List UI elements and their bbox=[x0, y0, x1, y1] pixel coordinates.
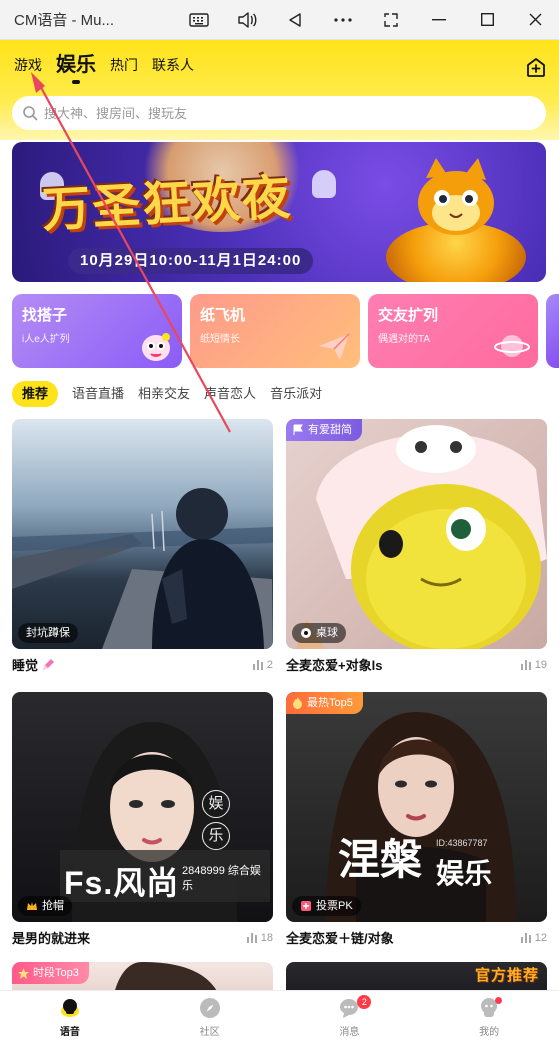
subtab-voice-lover[interactable]: 声音恋人 bbox=[204, 381, 256, 407]
nav-community[interactable]: 社区 bbox=[140, 991, 280, 1044]
close-icon[interactable] bbox=[511, 0, 559, 40]
window-title: CM语音 - Mu... bbox=[14, 12, 114, 29]
fire-icon bbox=[293, 697, 302, 709]
flag-icon bbox=[293, 424, 303, 435]
category-title: 纸飞机 bbox=[200, 307, 246, 324]
room-user-count: 19 bbox=[520, 659, 547, 671]
search-icon bbox=[23, 106, 38, 121]
category-title: 交友扩列 bbox=[378, 307, 439, 324]
search-bar[interactable] bbox=[12, 96, 546, 130]
room-card[interactable]: 娱 乐 Fs.风尚 2848999 综合娱乐 抢帽 是男的就进来 18 bbox=[12, 692, 273, 947]
back-triangle-icon[interactable] bbox=[271, 0, 319, 40]
cover-overlay-text: 涅槃 bbox=[338, 835, 423, 884]
room-card[interactable]: 有爱甜简 桌球 全麦恋爱+对象ls 19 bbox=[286, 419, 547, 674]
voice-planet-icon bbox=[60, 999, 79, 1017]
nav-voice[interactable]: 语音 bbox=[0, 991, 140, 1044]
cover-overlay-text: 娱乐 bbox=[436, 858, 493, 889]
top-nav-tabs: 游戏 娱乐 热门 联系人 bbox=[14, 54, 208, 76]
cover-overlay-text: 乐 bbox=[202, 822, 230, 850]
tab-contacts[interactable]: 联系人 bbox=[152, 54, 194, 76]
subtab-music-party[interactable]: 音乐派对 bbox=[270, 381, 322, 407]
room-ribbon: 有爱甜简 bbox=[286, 419, 362, 441]
ghost-emoji-icon bbox=[142, 333, 170, 361]
room-card[interactable]: 涅槃 娱乐 ID:43867787 最热Top5 投票PK 全麦恋爱＋链/对象 … bbox=[286, 692, 547, 947]
category-title: 找搭子 bbox=[22, 307, 68, 324]
bar-chart-icon bbox=[252, 659, 263, 670]
star-icon bbox=[18, 967, 29, 979]
room-filter-tabs: 推荐 语音直播 相亲交友 声音恋人 音乐派对 bbox=[12, 381, 336, 407]
room-cover: 涅槃 娱乐 ID:43867787 最热Top5 投票PK bbox=[286, 692, 547, 922]
subtab-dating[interactable]: 相亲交友 bbox=[138, 381, 190, 407]
vote-pk-icon bbox=[301, 901, 311, 911]
ghost-decoration bbox=[312, 170, 336, 198]
room-name: 睡觉 bbox=[12, 658, 39, 673]
cover-id-text: ID:43867787 bbox=[436, 838, 488, 848]
room-user-count: 12 bbox=[520, 932, 547, 944]
tab-entertainment[interactable]: 娱乐 bbox=[56, 54, 96, 76]
pencil-emoji-icon bbox=[43, 658, 55, 670]
bar-chart-icon bbox=[520, 659, 531, 670]
event-banner[interactable]: 万圣狂欢夜 10月29日10:00-11月1日24:00 bbox=[12, 142, 546, 282]
bar-chart-icon bbox=[246, 932, 257, 943]
planet-icon bbox=[494, 335, 530, 357]
window-title-bar: CM语音 - Mu... bbox=[0, 0, 559, 40]
top-header: 游戏 娱乐 热门 联系人 bbox=[0, 40, 559, 140]
room-ribbon: 最热Top5 bbox=[286, 692, 363, 714]
room-name: 全麦恋爱+对象ls bbox=[286, 658, 383, 673]
category-card-more[interactable] bbox=[546, 294, 559, 368]
nav-messages[interactable]: 消息 2 bbox=[280, 991, 420, 1044]
compass-icon bbox=[199, 998, 220, 1018]
room-tag: 桌球 bbox=[292, 623, 346, 643]
room-cover: 有爱甜简 桌球 bbox=[286, 419, 547, 649]
yellow-creature-illustration bbox=[296, 425, 547, 649]
more-icon[interactable] bbox=[319, 0, 367, 40]
cover-brand-text: Fs.风尚 bbox=[64, 865, 180, 901]
room-user-count: 2 bbox=[252, 659, 273, 671]
search-input[interactable] bbox=[44, 105, 504, 121]
banner-date: 10月29日10:00-11月1日24:00 bbox=[68, 248, 314, 274]
paper-plane-icon bbox=[319, 333, 350, 360]
nav-profile[interactable]: 我的 bbox=[419, 991, 559, 1044]
cover-brand-subtext: 2848999 综合娱乐 bbox=[182, 865, 261, 892]
volume-icon[interactable] bbox=[223, 0, 271, 40]
room-cover: 娱 乐 Fs.风尚 2848999 综合娱乐 抢帽 bbox=[12, 692, 273, 922]
billiards-icon bbox=[301, 628, 311, 638]
tab-hot[interactable]: 热门 bbox=[110, 54, 138, 76]
room-name: 是男的就进来 bbox=[12, 931, 91, 946]
portrait-illustration bbox=[326, 712, 516, 922]
bottom-navigation: 语音 社区 消息 2 我的 bbox=[0, 990, 559, 1044]
room-name: 全麦恋爱＋链/对象 bbox=[286, 931, 394, 946]
add-room-button[interactable] bbox=[525, 56, 547, 78]
room-ribbon: 时段Top3 bbox=[12, 962, 89, 984]
subtab-recommended[interactable]: 推荐 bbox=[12, 381, 59, 407]
room-user-count: 18 bbox=[246, 932, 273, 944]
profile-notification-dot bbox=[495, 997, 503, 1004]
category-card-find-partner[interactable]: 找搭子 i人e人扩列 bbox=[12, 294, 182, 368]
crown-icon bbox=[27, 902, 37, 910]
room-tag: 抢帽 bbox=[18, 896, 72, 916]
plus-house-icon bbox=[527, 58, 545, 77]
category-card-paper-plane[interactable]: 纸飞机 纸短情长 bbox=[190, 294, 360, 368]
subtab-voice-live[interactable]: 语音直播 bbox=[72, 381, 124, 407]
category-card-make-friends[interactable]: 交友扩列 偶遇对的TA bbox=[368, 294, 538, 368]
bar-chart-icon bbox=[520, 932, 531, 943]
room-card[interactable]: 封坑蹲保 睡觉 2 bbox=[12, 419, 273, 674]
screen-icon[interactable] bbox=[367, 0, 415, 40]
banner-headline: 万圣狂欢夜 bbox=[40, 169, 294, 239]
room-tag: 投票PK bbox=[292, 896, 361, 916]
maximize-icon[interactable] bbox=[463, 0, 511, 40]
photo-illustration bbox=[12, 488, 273, 649]
cat-mascot-illustration bbox=[418, 158, 494, 235]
room-cover: 封坑蹲保 bbox=[12, 419, 273, 649]
minimize-icon[interactable] bbox=[415, 0, 463, 40]
room-tag: 封坑蹲保 bbox=[18, 623, 78, 643]
official-recommend-label: 官方推荐 bbox=[474, 967, 539, 984]
category-cards: 找搭子 i人e人扩列 纸飞机 纸短情长 交友扩列 偶遇对的TA bbox=[12, 294, 559, 368]
keyboard-icon[interactable] bbox=[175, 0, 223, 40]
app-window: CM语音 - Mu... 游戏 娱乐 热门 联系人 搜大神、搜房间、搜玩友 万圣… bbox=[0, 0, 559, 1044]
message-badge: 2 bbox=[357, 995, 372, 1009]
cover-overlay-text: 娱 bbox=[202, 790, 230, 818]
tab-games[interactable]: 游戏 bbox=[14, 54, 42, 76]
